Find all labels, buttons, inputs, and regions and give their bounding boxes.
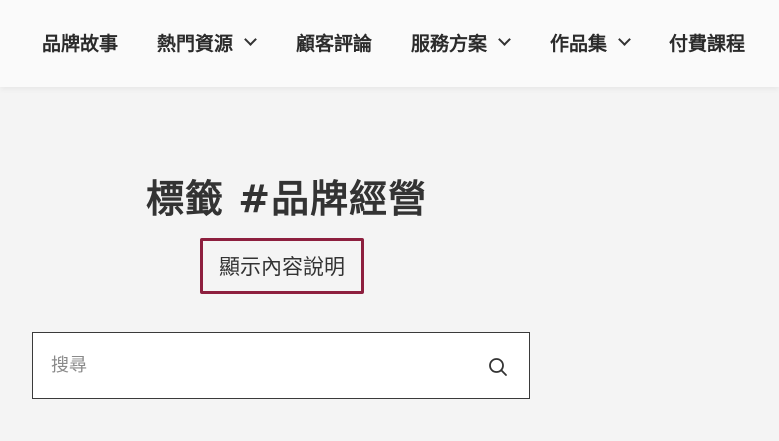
nav-item-portfolio[interactable]: 作品集 <box>550 29 631 55</box>
nav-item-label: 服務方案 <box>411 32 488 55</box>
nav-item-service-plans[interactable]: 服務方案 <box>411 29 511 55</box>
nav-item-customer-reviews[interactable]: 顧客評論 <box>296 29 372 55</box>
nav-item-popular-resources[interactable]: 熱門資源 <box>157 29 257 55</box>
search-button[interactable] <box>487 356 509 378</box>
chevron-down-icon <box>244 33 257 46</box>
nav-item-paid-courses[interactable]: 付費課程 <box>669 29 745 55</box>
page-title: 標籤 #品牌經營 <box>146 176 428 221</box>
search-icon <box>489 358 507 376</box>
nav-item-label: 作品集 <box>550 32 608 55</box>
show-description-button[interactable]: 顯示內容說明 <box>200 238 364 294</box>
show-description-label: 顯示內容說明 <box>219 255 345 279</box>
search-input[interactable] <box>51 333 471 398</box>
nav-item-label: 熱門資源 <box>157 32 234 55</box>
nav-item-label: 顧客評論 <box>296 32 373 55</box>
nav-item-brand-story[interactable]: 品牌故事 <box>42 29 118 55</box>
chevron-down-icon <box>498 33 511 46</box>
nav-item-label: 品牌故事 <box>42 32 119 55</box>
top-navigation: 品牌故事 熱門資源 顧客評論 服務方案 作品集 付費課程 <box>0 0 779 87</box>
nav-item-label: 付費課程 <box>669 32 746 55</box>
chevron-down-icon <box>618 33 631 46</box>
search-form <box>32 332 530 399</box>
